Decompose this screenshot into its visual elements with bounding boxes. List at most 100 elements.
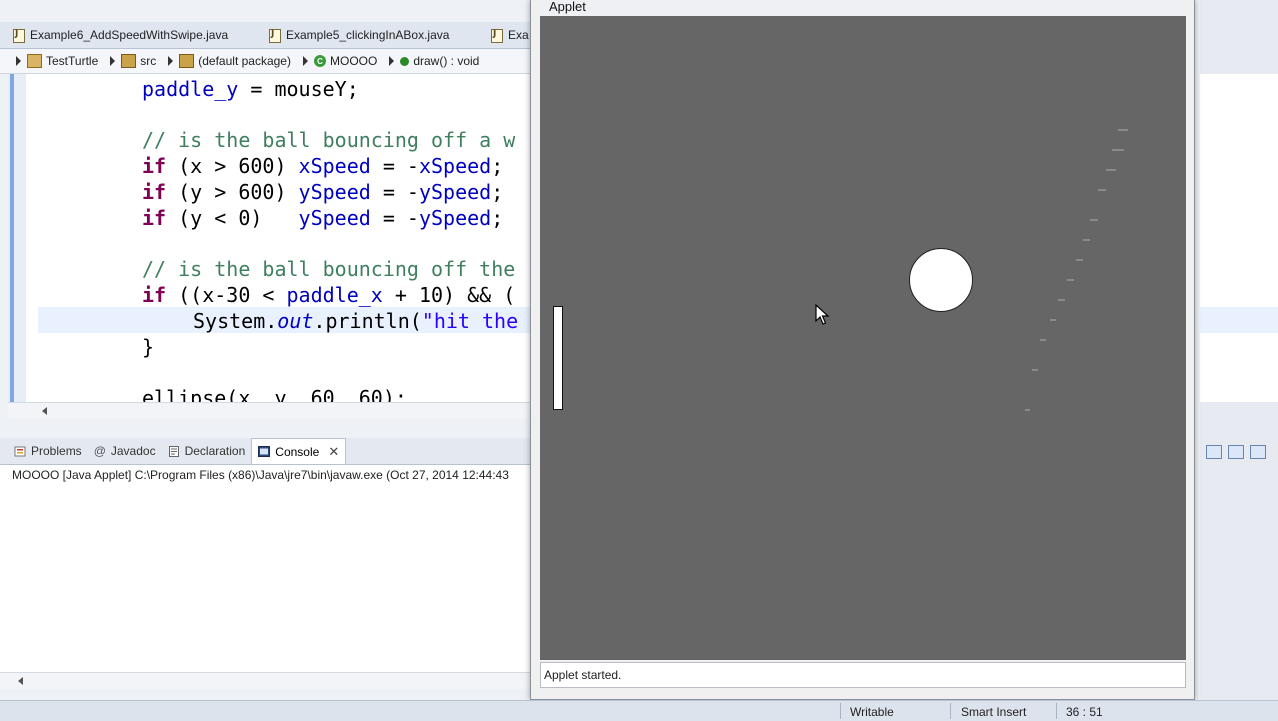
code-line: System.out.println("hit the xyxy=(193,308,518,334)
tab-label: Javadoc xyxy=(110,444,156,458)
code-line: if ((x-30 < paddle_x + 10) && ( xyxy=(142,282,515,308)
code-line: if (y < 0) ySpeed = -ySpeed; xyxy=(142,205,503,231)
motion-trail xyxy=(1098,189,1106,191)
status-writable: Writable xyxy=(850,705,894,719)
tab-problems[interactable]: Problems xyxy=(8,439,88,463)
code-keyword: if xyxy=(142,180,167,204)
status-insert-mode: Smart Insert xyxy=(961,705,1027,719)
status-divider xyxy=(1056,703,1057,719)
code-line: } xyxy=(142,334,154,360)
editor-tab-label: Example6_AddSpeedWithSwipe.java xyxy=(30,28,229,42)
current-line-highlight-right xyxy=(1200,307,1278,333)
status-divider xyxy=(840,703,841,719)
scroll-left-icon[interactable] xyxy=(18,677,23,685)
code-token: (y > 600) xyxy=(166,180,299,204)
close-icon[interactable]: ✕ xyxy=(328,444,339,460)
declaration-icon xyxy=(168,445,179,457)
motion-trail xyxy=(1058,299,1065,301)
editor-tab-truncated[interactable]: Exa xyxy=(490,25,529,45)
code-token: ySpeed xyxy=(418,180,492,204)
code-token: paddle_x xyxy=(286,283,383,307)
class-icon: C xyxy=(313,55,326,67)
console-horizontal-scrollbar[interactable] xyxy=(0,672,540,689)
editor-tab-example6[interactable]: Example6_AddSpeedWithSwipe.java xyxy=(12,25,228,45)
breadcrumb-package[interactable]: (default package) xyxy=(179,54,291,68)
motion-trail xyxy=(1040,339,1046,341)
breadcrumb: TestTurtle src (default package) C MOOOO… xyxy=(0,49,540,74)
breadcrumb-package-label: (default package) xyxy=(198,54,291,68)
open-console-icon[interactable] xyxy=(1250,445,1266,459)
editor-tab-example5[interactable]: Example5_clickingInABox.java xyxy=(268,25,449,45)
motion-trail xyxy=(1118,129,1128,131)
code-token: = - xyxy=(370,154,419,178)
java-file-icon xyxy=(12,28,25,43)
motion-trail xyxy=(1050,319,1056,321)
editor-right-area xyxy=(1200,74,1278,402)
code-line: paddle_y = mouseY; xyxy=(142,76,359,102)
code-token: out xyxy=(277,309,314,333)
code-keyword: if xyxy=(142,206,167,230)
code-token: ellipse(x, y, 60, 60); xyxy=(142,386,407,402)
code-comment: // is the ball bouncing off the xyxy=(142,257,516,281)
applet-canvas[interactable] xyxy=(540,16,1186,660)
tab-console[interactable]: Console ✕ xyxy=(251,438,347,464)
motion-trail xyxy=(1106,169,1116,171)
code-token: ySpeed xyxy=(298,206,371,230)
applet-titlebar[interactable]: Applet xyxy=(540,0,1186,16)
breadcrumb-src-label: src xyxy=(140,54,157,68)
chevron-right-icon xyxy=(168,56,174,66)
breadcrumb-src[interactable]: src xyxy=(121,54,156,68)
code-token: (y < 0) xyxy=(166,206,299,230)
code-token: (x > 600) xyxy=(166,154,299,178)
ruler-change-marker xyxy=(10,74,14,402)
bottom-panel-tabs: Problems @ Javadoc Declaration Console ✕ xyxy=(0,438,540,465)
motion-trail xyxy=(1076,259,1083,261)
breadcrumb-method-label: draw() : void xyxy=(413,54,480,68)
applet-status-bar: Applet started. xyxy=(540,662,1186,688)
package-icon xyxy=(179,54,195,68)
motion-trail xyxy=(1067,279,1074,281)
console-icon xyxy=(258,446,271,457)
code-token: ; xyxy=(491,154,504,178)
ball xyxy=(909,248,973,312)
motion-trail xyxy=(1090,219,1098,221)
breadcrumb-project[interactable]: TestTurtle xyxy=(27,54,98,68)
method-icon xyxy=(400,56,410,66)
tab-declaration[interactable]: Declaration xyxy=(162,439,252,463)
code-token: = mouseY; xyxy=(238,77,359,101)
code-token: + 10) && ( xyxy=(382,283,516,307)
status-bar: Writable Smart Insert 36 : 51 xyxy=(0,700,1278,721)
scroll-left-icon[interactable] xyxy=(42,407,47,415)
problems-icon xyxy=(14,446,26,456)
mouse-pointer-icon xyxy=(815,304,830,325)
breadcrumb-class[interactable]: C MOOOO xyxy=(313,54,377,68)
tab-javadoc[interactable]: @ Javadoc xyxy=(88,439,162,463)
code-line: // is the ball bouncing off the xyxy=(142,256,515,282)
code-token: .println( xyxy=(313,309,422,333)
code-token: = - xyxy=(370,180,419,204)
motion-trail xyxy=(1112,149,1124,151)
code-token: paddle_y xyxy=(142,77,239,101)
code-editor[interactable] xyxy=(8,74,541,402)
code-keyword: if xyxy=(142,283,167,307)
java-file-icon xyxy=(490,28,503,43)
source-folder-icon xyxy=(121,54,137,68)
editor-horizontal-scrollbar[interactable] xyxy=(8,402,540,419)
code-comment: // is the ball bouncing off a w xyxy=(142,128,516,152)
code-string: "hit the xyxy=(421,309,519,333)
code-keyword: if xyxy=(142,154,167,178)
pin-console-icon[interactable] xyxy=(1206,445,1222,459)
code-token: ((x-30 < xyxy=(166,283,287,307)
code-line: if (y > 600) ySpeed = -ySpeed; xyxy=(142,179,503,205)
display-console-icon[interactable] xyxy=(1228,445,1244,459)
java-file-icon xyxy=(268,28,281,43)
status-cursor-position: 36 : 51 xyxy=(1066,705,1103,719)
code-token: = - xyxy=(370,206,419,230)
motion-trail xyxy=(1083,239,1090,241)
tab-label: Declaration xyxy=(184,444,246,458)
breadcrumb-project-label: TestTurtle xyxy=(46,54,99,68)
breadcrumb-method[interactable]: draw() : void xyxy=(400,54,479,68)
motion-trail xyxy=(1025,409,1030,411)
code-token: } xyxy=(142,335,155,359)
console-output[interactable] xyxy=(0,485,540,672)
